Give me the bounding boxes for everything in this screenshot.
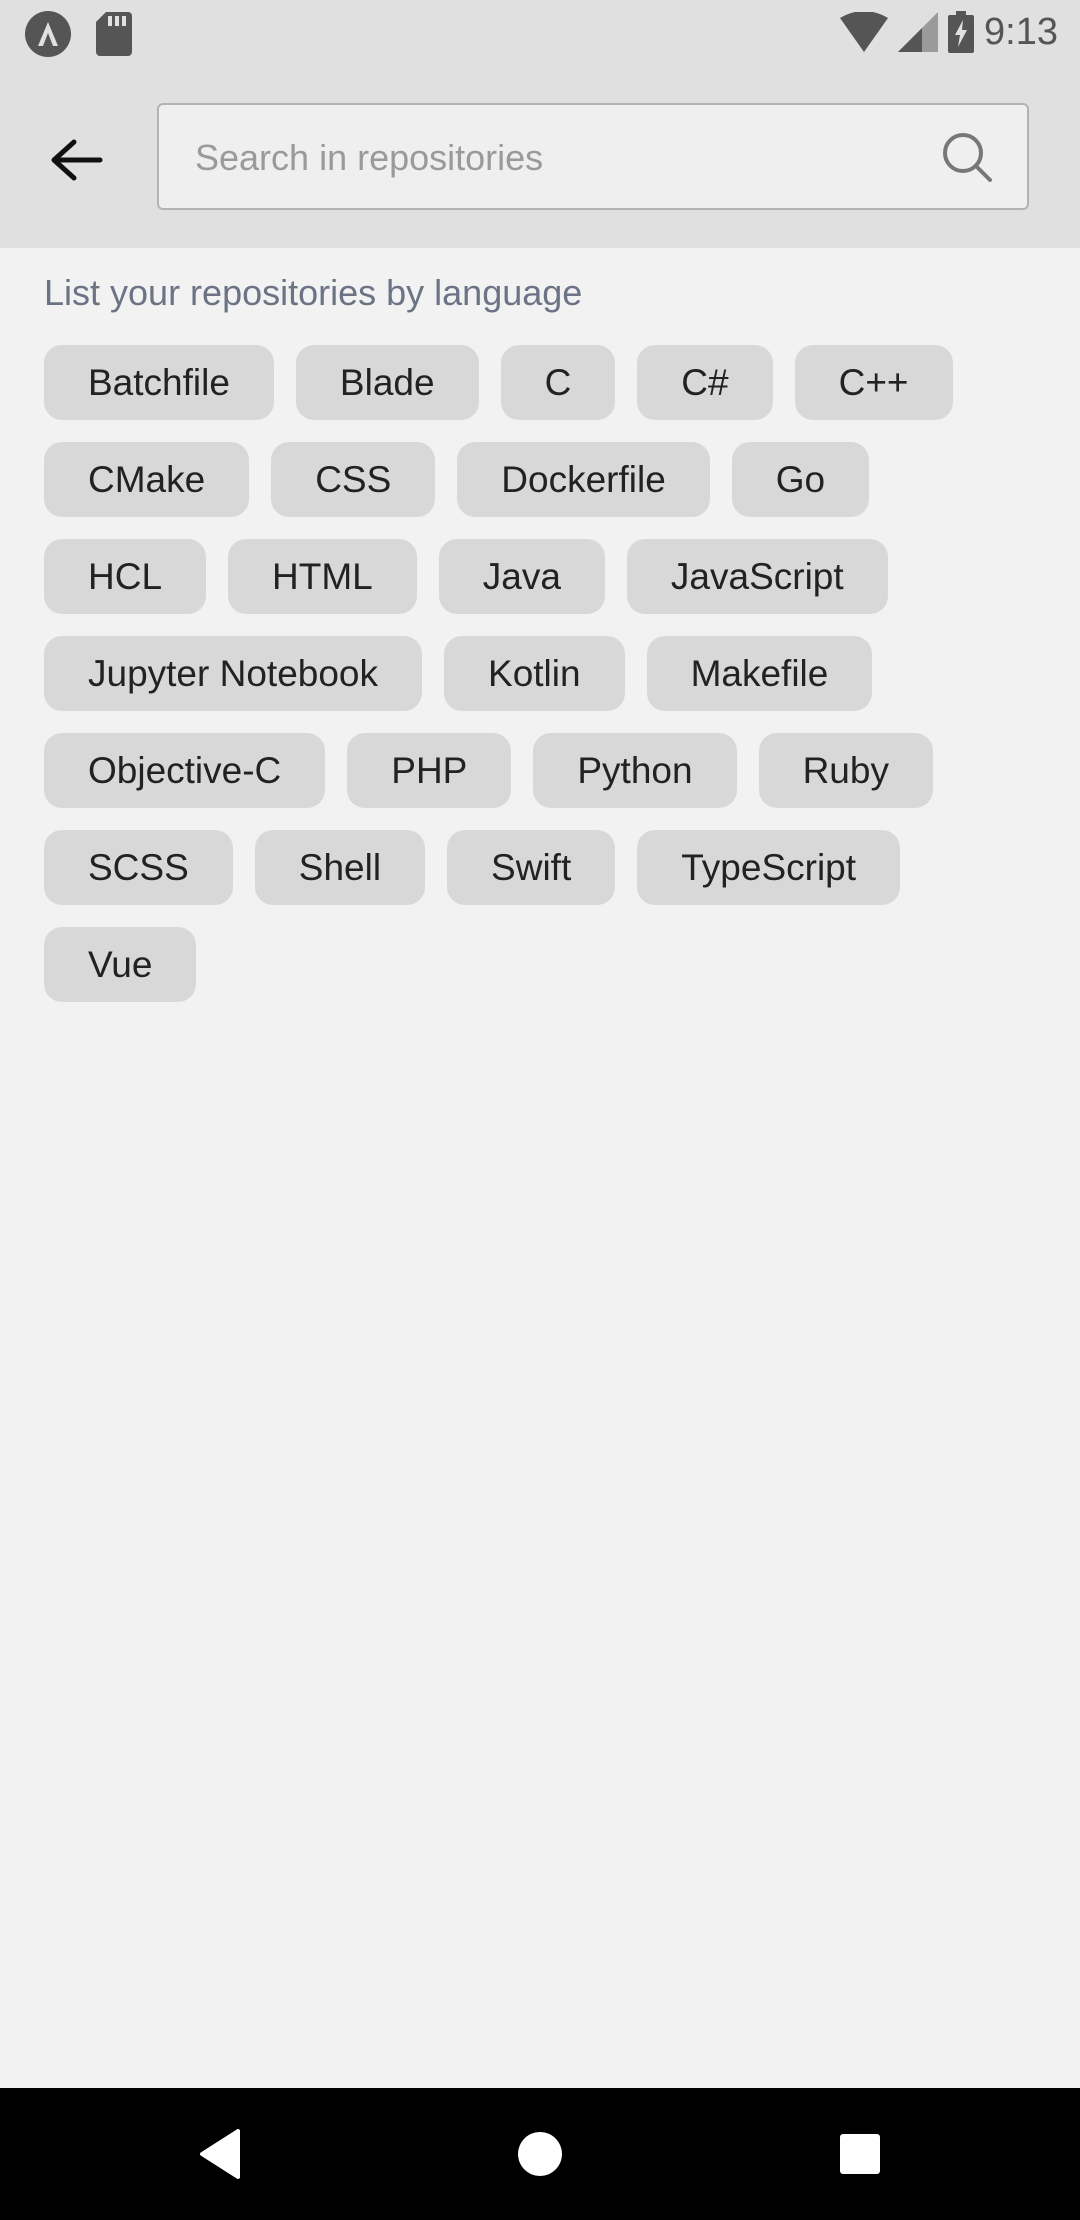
language-chip[interactable]: Vue [44, 927, 197, 1002]
language-chip[interactable]: Java [438, 539, 605, 614]
language-chip[interactable]: C++ [794, 345, 953, 420]
language-chip[interactable]: SCSS [44, 830, 233, 905]
language-chip[interactable]: CMake [44, 442, 250, 517]
nav-home-button[interactable] [504, 2118, 576, 2190]
language-chip[interactable]: PHP [347, 733, 512, 808]
language-chip[interactable]: TypeScript [637, 830, 901, 905]
language-chip[interactable]: Jupyter Notebook [44, 636, 423, 711]
section-label: List your repositories by language [44, 272, 583, 313]
language-chip[interactable]: Ruby [758, 733, 933, 808]
cell-signal-icon [898, 12, 939, 52]
language-chip[interactable]: C# [637, 345, 773, 420]
language-chip[interactable]: C [500, 345, 616, 420]
language-chip[interactable]: Python [533, 733, 737, 808]
status-left [24, 10, 132, 58]
language-chip[interactable]: HTML [228, 539, 417, 614]
search-box[interactable] [157, 103, 1029, 210]
language-chip[interactable]: Makefile [646, 636, 873, 711]
status-bar: 9:13 [0, 0, 1080, 66]
top-bar [0, 66, 1080, 248]
language-chip[interactable]: Kotlin [444, 636, 625, 711]
search-input[interactable] [193, 105, 937, 210]
status-time: 9:13 [984, 11, 1058, 53]
home-circle-icon [518, 2132, 562, 2176]
wifi-icon [840, 12, 889, 52]
arrow-left-icon [51, 139, 103, 181]
language-chip[interactable]: Blade [295, 345, 479, 420]
back-button[interactable] [38, 122, 114, 198]
back-triangle-icon [200, 2129, 240, 2179]
battery-charging-icon [948, 11, 975, 53]
app-notification-icon [25, 11, 71, 57]
navigation-bar [0, 2088, 1080, 2220]
language-chip[interactable]: JavaScript [626, 539, 888, 614]
search-icon[interactable] [941, 131, 993, 183]
language-chip-list: Batchfile Blade C C# C++ CMake CSS Docke… [44, 345, 1044, 1002]
sd-card-icon [96, 12, 132, 56]
status-right: 9:13 [840, 8, 1058, 56]
language-chip[interactable]: CSS [271, 442, 436, 517]
language-chip[interactable]: Go [731, 442, 870, 517]
language-chip[interactable]: Swift [447, 830, 616, 905]
language-chip[interactable]: HCL [44, 539, 207, 614]
language-chip[interactable]: Shell [254, 830, 426, 905]
language-chip[interactable]: Dockerfile [457, 442, 710, 517]
language-chip[interactable]: Objective-C [44, 733, 326, 808]
recents-square-icon [840, 2134, 880, 2174]
nav-recents-button[interactable] [824, 2118, 896, 2190]
nav-back-button[interactable] [184, 2118, 256, 2190]
language-chip[interactable]: Batchfile [44, 345, 274, 420]
